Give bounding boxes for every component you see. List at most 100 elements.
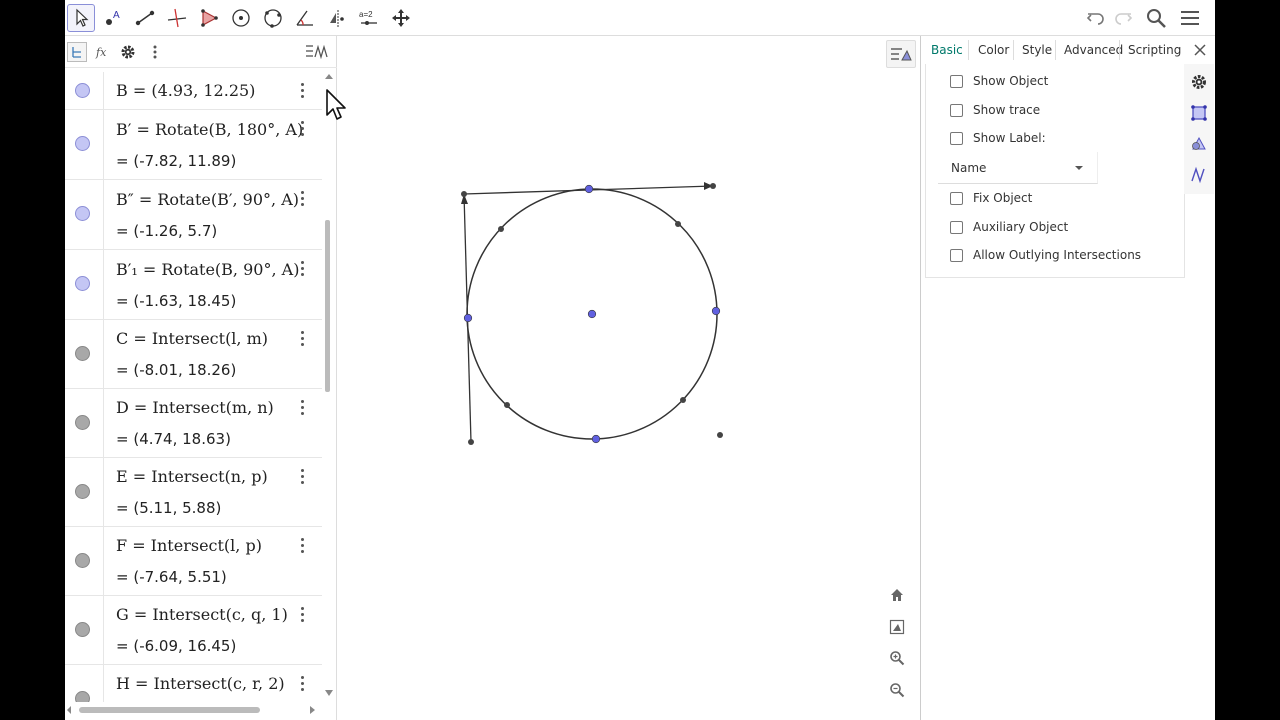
algebra-item-B[interactable]: B = (4.93, 12.25)	[65, 72, 322, 110]
algebra-item-G[interactable]: G = Intersect(c, q, 1) = (-6.09, 16.45)	[65, 596, 322, 665]
algebra-item-B-double-prime[interactable]: B″ = Rotate(B′, 90°, A) = (-1.26, 5.7)	[65, 180, 322, 250]
zoom-in-icon[interactable]	[885, 646, 909, 670]
tab-color[interactable]: Color	[973, 36, 1014, 64]
settings-gear-icon[interactable]	[1189, 72, 1209, 92]
item-more-icon[interactable]	[296, 467, 308, 485]
algebra-definition: E = Intersect(n, p)	[116, 467, 268, 486]
auxiliary-object-checkbox[interactable]	[950, 220, 963, 234]
geometry-canvas[interactable]	[338, 36, 920, 720]
algebra-definition: F = Intersect(l, p)	[116, 536, 262, 555]
item-more-icon[interactable]	[296, 674, 308, 692]
algebra-settings-gear-icon[interactable]	[118, 42, 138, 62]
label-style-select[interactable]: Name	[938, 152, 1098, 184]
tab-style[interactable]: Style	[1017, 36, 1057, 64]
item-more-icon[interactable]	[296, 259, 308, 277]
slider-tool-icon[interactable]: a=2	[355, 4, 383, 32]
algebra-definition: B″ = Rotate(B′, 90°, A)	[116, 190, 299, 209]
algebra-definition: B = (4.93, 12.25)	[116, 81, 256, 100]
visibility-marble[interactable]	[75, 346, 90, 361]
algebra-horizontal-scrollbar[interactable]	[65, 702, 325, 716]
point-corner	[461, 191, 467, 197]
algebra-item-D[interactable]: D = Intersect(m, n) = (4.74, 18.63)	[65, 389, 322, 458]
home-icon[interactable]	[885, 583, 909, 607]
graphics-view[interactable]	[338, 36, 920, 720]
point-top-right	[710, 183, 716, 189]
auxiliary-object-row[interactable]: Auxiliary Object	[950, 218, 1068, 236]
algebra-view-style-icon[interactable]	[303, 42, 331, 62]
algebra-item-F[interactable]: F = Intersect(l, p) = (-7.64, 5.51)	[65, 527, 322, 596]
algebra-item-B-prime[interactable]: B′ = Rotate(B, 180°, A) = (-7.82, 11.89)	[65, 110, 322, 180]
algebra-view-icon[interactable]	[67, 42, 87, 62]
algebra-more-icon[interactable]	[145, 42, 165, 62]
algebra-item-H[interactable]: H = Intersect(c, r, 2)	[65, 665, 322, 702]
point-tool-icon[interactable]: A	[99, 4, 127, 32]
algebra-value: = (-7.64, 5.51)	[116, 568, 227, 586]
show-object-row[interactable]: Show Object	[950, 72, 1048, 90]
show-label-row[interactable]: Show Label:	[950, 129, 1046, 147]
visibility-marble[interactable]	[75, 136, 90, 151]
chevron-down-icon	[1075, 166, 1083, 170]
zoom-out-icon[interactable]	[885, 678, 909, 702]
algebra-item-B-prime-1[interactable]: B′₁ = Rotate(B, 90°, A) = (-1.63, 18.45)	[65, 250, 322, 320]
show-object-checkbox[interactable]	[950, 74, 963, 88]
fullscreen-view-icon[interactable]	[885, 615, 909, 639]
tab-advanced[interactable]: Advanced	[1059, 36, 1128, 64]
marble-column	[65, 665, 104, 702]
item-more-icon[interactable]	[296, 398, 308, 416]
algebra-value: = (-8.01, 18.26)	[116, 361, 237, 379]
visibility-marble[interactable]	[75, 83, 90, 98]
move-tool-icon[interactable]	[67, 4, 95, 32]
fix-object-checkbox[interactable]	[950, 191, 963, 205]
point-on-circle	[675, 221, 681, 227]
point-objects-icon[interactable]	[1189, 134, 1209, 154]
show-label-checkbox[interactable]	[950, 131, 963, 145]
tab-basic[interactable]: Basic	[926, 36, 968, 64]
item-more-icon[interactable]	[296, 536, 308, 554]
visibility-marble[interactable]	[75, 206, 90, 221]
algebra-item-C[interactable]: C = Intersect(l, m) = (-8.01, 18.26)	[65, 320, 322, 389]
graphics-style-bar-toggle-icon[interactable]	[886, 40, 916, 68]
undo-icon[interactable]	[1082, 4, 1110, 32]
visibility-marble[interactable]	[75, 484, 90, 499]
visibility-marble[interactable]	[75, 622, 90, 637]
close-properties-icon[interactable]	[1191, 41, 1209, 59]
function-objects-icon[interactable]	[1189, 165, 1209, 185]
properties-view: Basic Color Style Advanced Scripting Sho…	[920, 36, 1215, 720]
polygon-objects-icon[interactable]	[1189, 103, 1209, 123]
allow-outlying-checkbox[interactable]	[950, 248, 963, 262]
input-fx-icon[interactable]: fx	[93, 42, 113, 62]
point-B-prime-1	[711, 306, 721, 316]
svg-text:fx: fx	[95, 46, 107, 59]
polygon-tool-icon[interactable]	[195, 4, 223, 32]
visibility-marble[interactable]	[75, 553, 90, 568]
circle-center-point-tool-icon[interactable]	[227, 4, 255, 32]
angle-tool-icon[interactable]	[291, 4, 319, 32]
allow-outlying-row[interactable]: Allow Outlying Intersections	[950, 246, 1141, 264]
algebra-vertical-scrollbar[interactable]	[323, 72, 335, 702]
visibility-marble[interactable]	[75, 276, 90, 291]
segment-tool-icon[interactable]	[131, 4, 159, 32]
move-graphics-view-tool-icon[interactable]	[387, 4, 415, 32]
item-more-icon[interactable]	[296, 329, 308, 347]
reflect-tool-icon[interactable]	[323, 4, 351, 32]
item-more-icon[interactable]	[296, 81, 308, 99]
point-B-double-prime	[463, 313, 473, 323]
visibility-marble[interactable]	[75, 691, 90, 702]
marble-column	[65, 110, 104, 179]
item-more-icon[interactable]	[296, 119, 308, 137]
circle-three-points-tool-icon[interactable]	[259, 4, 287, 32]
search-icon[interactable]	[1142, 4, 1170, 32]
redo-icon[interactable]	[1109, 4, 1137, 32]
visibility-marble[interactable]	[75, 415, 90, 430]
tab-scripting[interactable]: Scripting	[1123, 36, 1186, 64]
main-menu-icon[interactable]	[1176, 4, 1204, 32]
algebra-value: = (5.11, 5.88)	[116, 499, 222, 517]
perpendicular-line-tool-icon[interactable]	[163, 4, 191, 32]
fix-object-row[interactable]: Fix Object	[950, 189, 1032, 207]
show-trace-checkbox[interactable]	[950, 103, 963, 117]
algebra-item-E[interactable]: E = Intersect(n, p) = (5.11, 5.88)	[65, 458, 322, 527]
point-on-circle	[680, 397, 686, 403]
item-more-icon[interactable]	[296, 189, 308, 207]
show-trace-row[interactable]: Show trace	[950, 101, 1040, 119]
item-more-icon[interactable]	[296, 605, 308, 623]
